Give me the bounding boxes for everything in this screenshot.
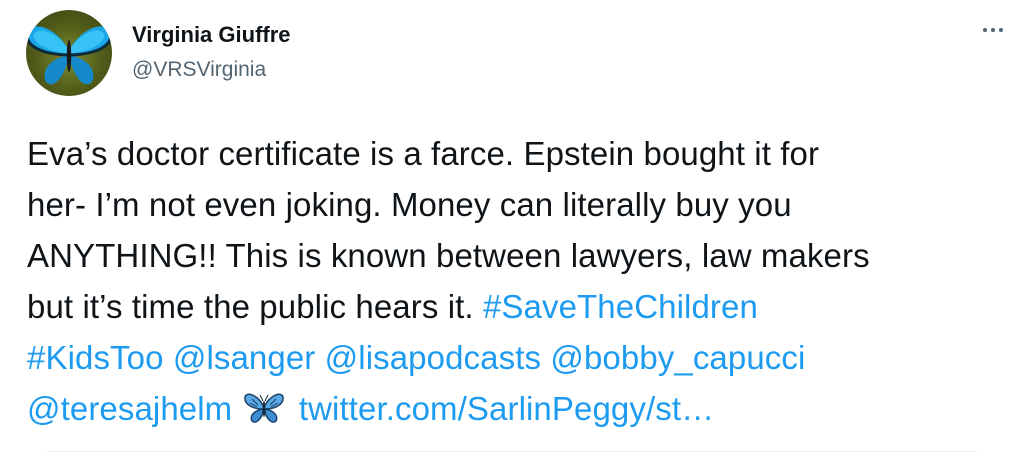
author-display-name[interactable]: Virginia Giuffre — [132, 21, 291, 49]
more-horizontal-icon — [983, 28, 987, 32]
mention-lisapodcasts[interactable]: @lisapodcasts — [325, 339, 541, 376]
tweet-text-line: her- I’m not even joking. Money can lite… — [27, 186, 792, 223]
author-handle[interactable]: @VRSVirginia — [132, 56, 266, 84]
butterfly-avatar-icon — [26, 26, 112, 85]
tweet-text-line: @teresajhelm twitter.com/SarlinPeggy/st… — [27, 383, 1019, 434]
butterfly-emoji-icon — [243, 393, 284, 423]
quoted-tweet-link[interactable]: twitter.com/SarlinPeggy/st… — [299, 390, 714, 427]
avatar[interactable] — [26, 10, 112, 96]
mention-teresajhelm[interactable]: @teresajhelm — [27, 390, 232, 427]
tweet-text-segment: but it’s time the public hears it. — [27, 288, 474, 325]
tweet-text-line: ANYTHING!! This is known between lawyers… — [27, 237, 870, 274]
hashtag-savethechildren[interactable]: #SaveTheChildren — [483, 288, 758, 325]
hashtag-kidstoo[interactable]: #KidsToo — [27, 339, 164, 376]
tweet-text: Eva’s doctor certificate is a farce. Eps… — [27, 128, 1019, 434]
mention-bobby-capucci[interactable]: @bobby_capucci — [550, 339, 805, 376]
more-options-button[interactable] — [980, 20, 1006, 40]
tweet-card: Virginia Giuffre @VRSVirginia Eva’s doct… — [0, 0, 1024, 452]
tweet-text-line: #KidsToo @lsanger @lisapodcasts @bobby_c… — [27, 332, 1019, 383]
mention-lsanger[interactable]: @lsanger — [173, 339, 316, 376]
tweet-text-line: Eva’s doctor certificate is a farce. Eps… — [27, 135, 820, 172]
tweet-text-line: but it’s time the public hears it. #Save… — [27, 281, 1019, 332]
